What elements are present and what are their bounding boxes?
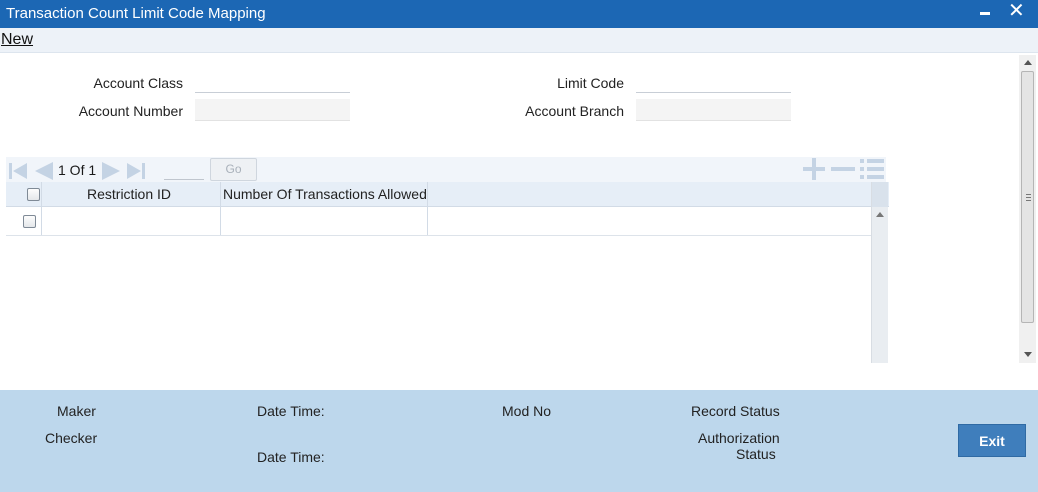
row-checkbox[interactable] — [23, 215, 36, 228]
limit-code-input[interactable] — [636, 71, 791, 92]
close-icon[interactable]: ✕ — [1008, 0, 1025, 22]
account-number-input[interactable] — [195, 99, 350, 120]
scrollbar-grip — [1026, 194, 1031, 195]
prev-page-icon[interactable] — [32, 161, 54, 181]
restriction-grid: Restriction ID Number Of Transactions Al… — [6, 182, 889, 363]
page-scrollbar[interactable] — [1019, 55, 1036, 363]
exit-button[interactable]: Exit — [958, 424, 1026, 457]
maker-label: Maker — [57, 403, 96, 419]
audit-footer: Maker Checker Date Time: Date Time: Mod … — [0, 390, 1038, 492]
first-page-icon[interactable] — [8, 161, 28, 181]
go-button[interactable]: Go — [210, 158, 257, 181]
row-select-cell — [6, 207, 42, 235]
column-header-restriction-id[interactable]: Restriction ID — [87, 186, 171, 202]
scroll-up-icon[interactable] — [1024, 60, 1032, 65]
select-all-checkbox[interactable] — [27, 188, 40, 201]
scrollbar-grip — [1026, 200, 1031, 201]
account-branch-field[interactable] — [636, 99, 791, 121]
mod-no-label: Mod No — [502, 403, 552, 419]
scrollbar-thumb[interactable] — [1021, 71, 1034, 323]
account-branch-label: Account Branch — [525, 103, 624, 119]
authorization-status-label-line2: Status — [736, 446, 776, 462]
header-select-cell — [6, 182, 42, 206]
view-row-icon[interactable] — [860, 157, 884, 181]
limit-code-field[interactable] — [636, 71, 791, 93]
account-number-label: Account Number — [78, 103, 183, 119]
table-row — [6, 207, 871, 236]
column-header-number-of-transactions[interactable]: Number Of Transactions Allowed — [223, 186, 427, 202]
checker-date-time-label: Date Time: — [257, 449, 325, 465]
page-indicator: 1 Of 1 — [58, 162, 97, 178]
limit-code-label: Limit Code — [557, 75, 624, 91]
record-status-label: Record Status — [691, 403, 780, 419]
grid-pager: 1 Of 1 Go — [6, 157, 886, 183]
last-page-icon[interactable] — [126, 161, 146, 181]
grid-header: Restriction ID Number Of Transactions Al… — [6, 182, 889, 207]
next-page-icon[interactable] — [101, 161, 123, 181]
grid-scroll-up-icon[interactable] — [876, 212, 884, 217]
minimize-icon[interactable] — [980, 12, 990, 15]
scrollbar-grip — [1026, 197, 1031, 198]
page-number-input[interactable] — [164, 159, 204, 180]
account-class-label: Account Class — [93, 75, 183, 91]
maker-date-time-label: Date Time: — [257, 403, 325, 419]
window-title: Transaction Count Limit Code Mapping — [6, 5, 266, 22]
new-button[interactable]: New — [1, 31, 33, 49]
delete-row-icon[interactable] — [830, 158, 856, 180]
number-allowed-cell[interactable] — [221, 207, 428, 235]
checker-label: Checker — [45, 430, 98, 446]
grid-scrollbar-header — [872, 182, 888, 207]
authorization-status-label-line1: Authorization — [698, 430, 780, 446]
header-transactions-cell: Number Of Transactions Allowed — [221, 182, 428, 206]
account-class-input[interactable] — [195, 71, 350, 92]
restriction-id-cell[interactable] — [42, 207, 221, 235]
scroll-down-icon[interactable] — [1024, 352, 1032, 357]
account-class-field[interactable] — [195, 71, 350, 93]
account-number-field[interactable] — [195, 99, 350, 121]
account-branch-input[interactable] — [636, 99, 791, 120]
title-bar: Transaction Count Limit Code Mapping ✕ — [0, 0, 1038, 28]
header-restriction-id-cell: Restriction ID — [42, 182, 221, 206]
menu-bar: New — [0, 28, 1038, 53]
add-row-icon[interactable] — [802, 158, 826, 180]
grid-scrollbar[interactable] — [871, 182, 888, 363]
